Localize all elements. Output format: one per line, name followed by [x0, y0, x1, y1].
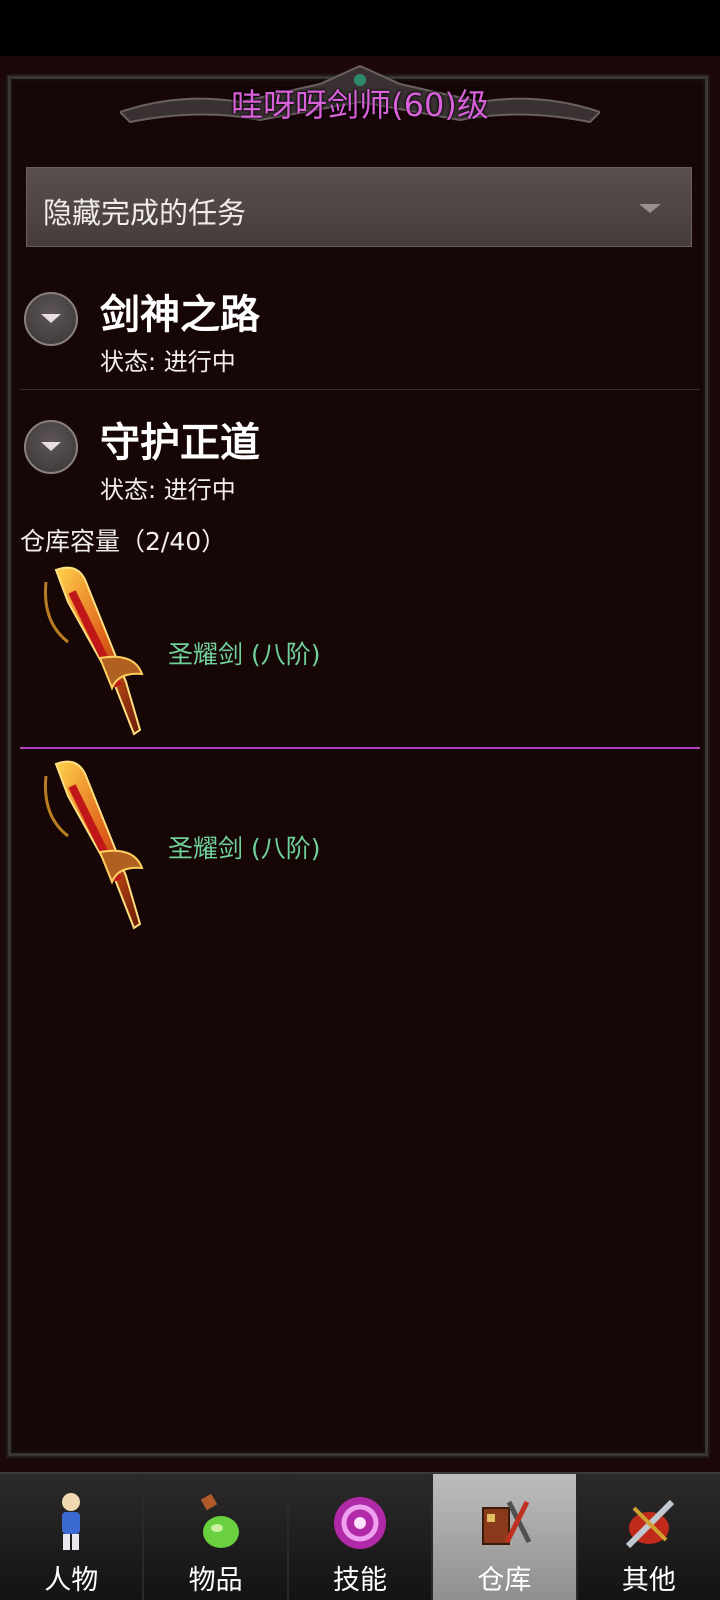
tab-warehouse[interactable]: 仓库 — [433, 1474, 578, 1600]
status-bar — [0, 0, 720, 56]
tab-items[interactable]: 物品 — [144, 1474, 289, 1600]
expand-toggle-button[interactable] — [24, 420, 78, 474]
character-icon — [62, 1493, 81, 1550]
tab-character[interactable]: 人物 — [0, 1474, 145, 1600]
quest-filter-dropdown[interactable]: 隐藏完成的任务 — [26, 167, 692, 247]
item-divider — [20, 747, 700, 749]
warehouse-capacity: 仓库容量（2/40） — [20, 527, 227, 556]
warehouse-item[interactable]: 圣耀剑 (八阶) — [20, 756, 700, 946]
tab-label: 物品 — [188, 1565, 243, 1596]
bottom-tab-bar: 人物 物品 技能 仓库 其他 — [0, 1472, 720, 1600]
item-name: 圣耀剑 (八阶) — [168, 834, 321, 863]
page-title: 哇呀呀剑师(60)级 — [231, 86, 489, 124]
tab-label: 人物 — [44, 1565, 99, 1596]
divider — [20, 389, 700, 390]
tab-label: 仓库 — [477, 1565, 532, 1596]
flaming-sword-icon — [43, 760, 144, 930]
skill-orb-icon — [334, 1497, 387, 1549]
potion-icon — [200, 1493, 239, 1548]
tab-skills[interactable]: 技能 — [288, 1474, 434, 1600]
item-name: 圣耀剑 (八阶) — [168, 640, 321, 669]
warehouse-item[interactable]: 圣耀剑 (八阶) — [20, 562, 700, 752]
tab-label: 其他 — [621, 1565, 676, 1596]
quest-name: 剑神之路 — [100, 292, 260, 338]
chevron-down-icon — [639, 204, 661, 213]
quest-item[interactable]: 守护正道 状态: 进行中 — [20, 410, 700, 530]
quest-status: 状态: 进行中 — [100, 348, 236, 376]
warehouse-icon — [482, 1500, 532, 1545]
quest-name: 守护正道 — [100, 420, 260, 466]
expand-toggle-button[interactable] — [24, 292, 78, 346]
chevron-down-icon — [41, 442, 61, 451]
other-icon — [625, 1499, 674, 1549]
quest-filter-label: 隐藏完成的任务 — [43, 196, 247, 230]
chevron-down-icon — [41, 314, 61, 323]
tab-other[interactable]: 其他 — [577, 1474, 720, 1600]
tab-label: 技能 — [333, 1565, 388, 1596]
flaming-sword-icon — [43, 566, 144, 736]
quest-status: 状态: 进行中 — [100, 476, 236, 504]
quest-item[interactable]: 剑神之路 状态: 进行中 — [20, 282, 700, 402]
